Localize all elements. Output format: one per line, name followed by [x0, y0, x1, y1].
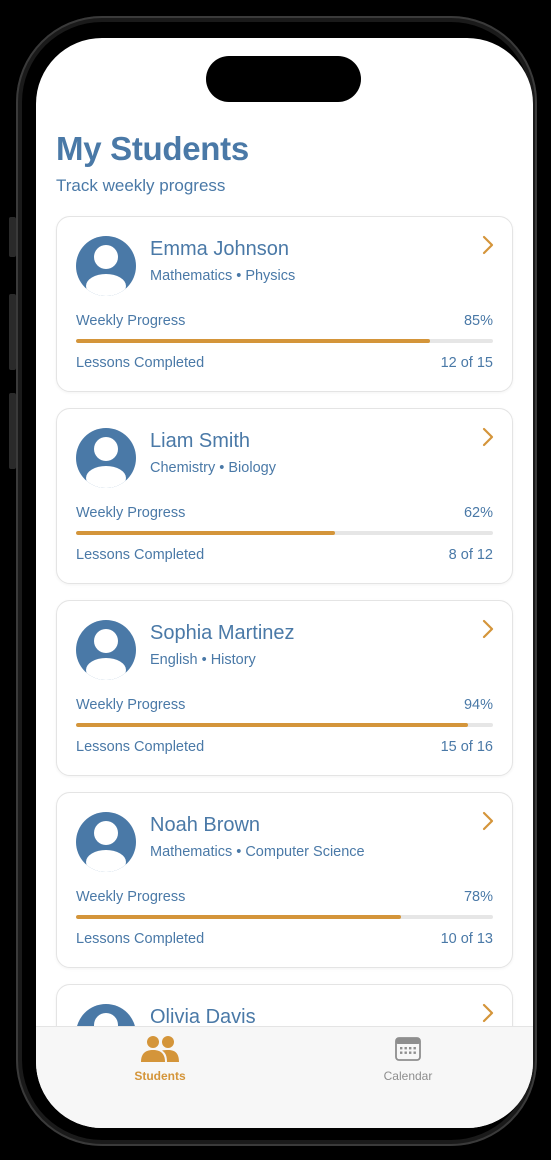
- tab-students[interactable]: Students: [90, 1035, 230, 1083]
- weekly-progress-label: Weekly Progress: [76, 505, 186, 521]
- people-icon: [141, 1036, 179, 1062]
- lessons-completed-value: 15 of 16: [440, 739, 493, 755]
- chevron-right-icon[interactable]: [478, 233, 498, 257]
- lessons-completed-value: 8 of 12: [448, 547, 493, 563]
- student-subjects: Chemistry • Biology: [150, 460, 276, 476]
- volume-down-button: [9, 393, 16, 469]
- avatar: [76, 620, 136, 680]
- progress-fill: [76, 723, 468, 727]
- dynamic-island: [206, 56, 361, 102]
- avatar: [76, 1004, 136, 1026]
- device-frame: My Students Track weekly progress Emma J…: [0, 0, 551, 1160]
- student-card[interactable]: Sophia Martinez English • History Weekly…: [56, 600, 513, 776]
- volume-up-button: [9, 294, 16, 370]
- student-name: Olivia Davis: [150, 1006, 256, 1026]
- student-subjects: English • History: [150, 652, 256, 668]
- person-icon: [86, 437, 126, 488]
- person-icon: [86, 245, 126, 296]
- lessons-completed-value: 12 of 15: [440, 355, 493, 371]
- progress-bar: [76, 723, 493, 727]
- chevron-right-icon[interactable]: [478, 617, 498, 641]
- avatar: [76, 236, 136, 296]
- tab-bar: Students Calendar: [36, 1026, 533, 1128]
- chevron-right-icon[interactable]: [478, 425, 498, 449]
- student-subjects: Mathematics • Physics: [150, 268, 296, 284]
- student-list-scroll[interactable]: My Students Track weekly progress Emma J…: [36, 38, 533, 1026]
- tab-calendar[interactable]: Calendar: [338, 1035, 478, 1083]
- lessons-completed-value: 10 of 13: [440, 931, 493, 947]
- progress-bar: [76, 339, 493, 343]
- calendar-icon: [395, 1037, 421, 1061]
- person-icon: [86, 629, 126, 680]
- student-card[interactable]: Emma Johnson Mathematics • Physics Weekl…: [56, 216, 513, 392]
- weekly-progress-label: Weekly Progress: [76, 313, 186, 329]
- page-title: My Students: [56, 130, 249, 167]
- student-card[interactable]: Noah Brown Mathematics • Computer Scienc…: [56, 792, 513, 968]
- progress-fill: [76, 531, 335, 535]
- weekly-progress-label: Weekly Progress: [76, 889, 186, 905]
- person-icon: [94, 1013, 118, 1026]
- student-cards: Emma Johnson Mathematics • Physics Weekl…: [56, 216, 513, 1026]
- weekly-progress-label: Weekly Progress: [76, 697, 186, 713]
- chevron-right-icon[interactable]: [478, 809, 498, 833]
- lessons-completed-label: Lessons Completed: [76, 547, 205, 563]
- person-icon: [86, 821, 126, 872]
- avatar: [76, 812, 136, 872]
- weekly-progress-value: 85%: [463, 313, 493, 329]
- student-name: Noah Brown: [150, 814, 261, 836]
- progress-bar: [76, 915, 493, 919]
- lessons-completed-label: Lessons Completed: [76, 931, 205, 947]
- student-card[interactable]: Olivia Davis: [56, 984, 513, 1026]
- student-card[interactable]: Liam Smith Chemistry • Biology Weekly Pr…: [56, 408, 513, 584]
- tab-students-label: Students: [134, 1069, 186, 1083]
- lessons-completed-label: Lessons Completed: [76, 355, 205, 371]
- weekly-progress-value: 78%: [463, 889, 493, 905]
- page-subtitle: Track weekly progress: [56, 176, 226, 195]
- progress-fill: [76, 915, 402, 919]
- student-name: Emma Johnson: [150, 238, 289, 260]
- progress-fill: [76, 339, 431, 343]
- screen: My Students Track weekly progress Emma J…: [36, 38, 533, 1128]
- progress-bar: [76, 531, 493, 535]
- student-name: Liam Smith: [150, 430, 251, 452]
- weekly-progress-value: 94%: [463, 697, 493, 713]
- chevron-right-icon[interactable]: [478, 1001, 498, 1025]
- student-name: Sophia Martinez: [150, 622, 295, 644]
- student-subjects: Mathematics • Computer Science: [150, 844, 365, 860]
- mute-switch: [9, 217, 16, 257]
- tab-calendar-label: Calendar: [383, 1069, 433, 1083]
- avatar: [76, 428, 136, 488]
- weekly-progress-value: 62%: [463, 505, 493, 521]
- lessons-completed-label: Lessons Completed: [76, 739, 205, 755]
